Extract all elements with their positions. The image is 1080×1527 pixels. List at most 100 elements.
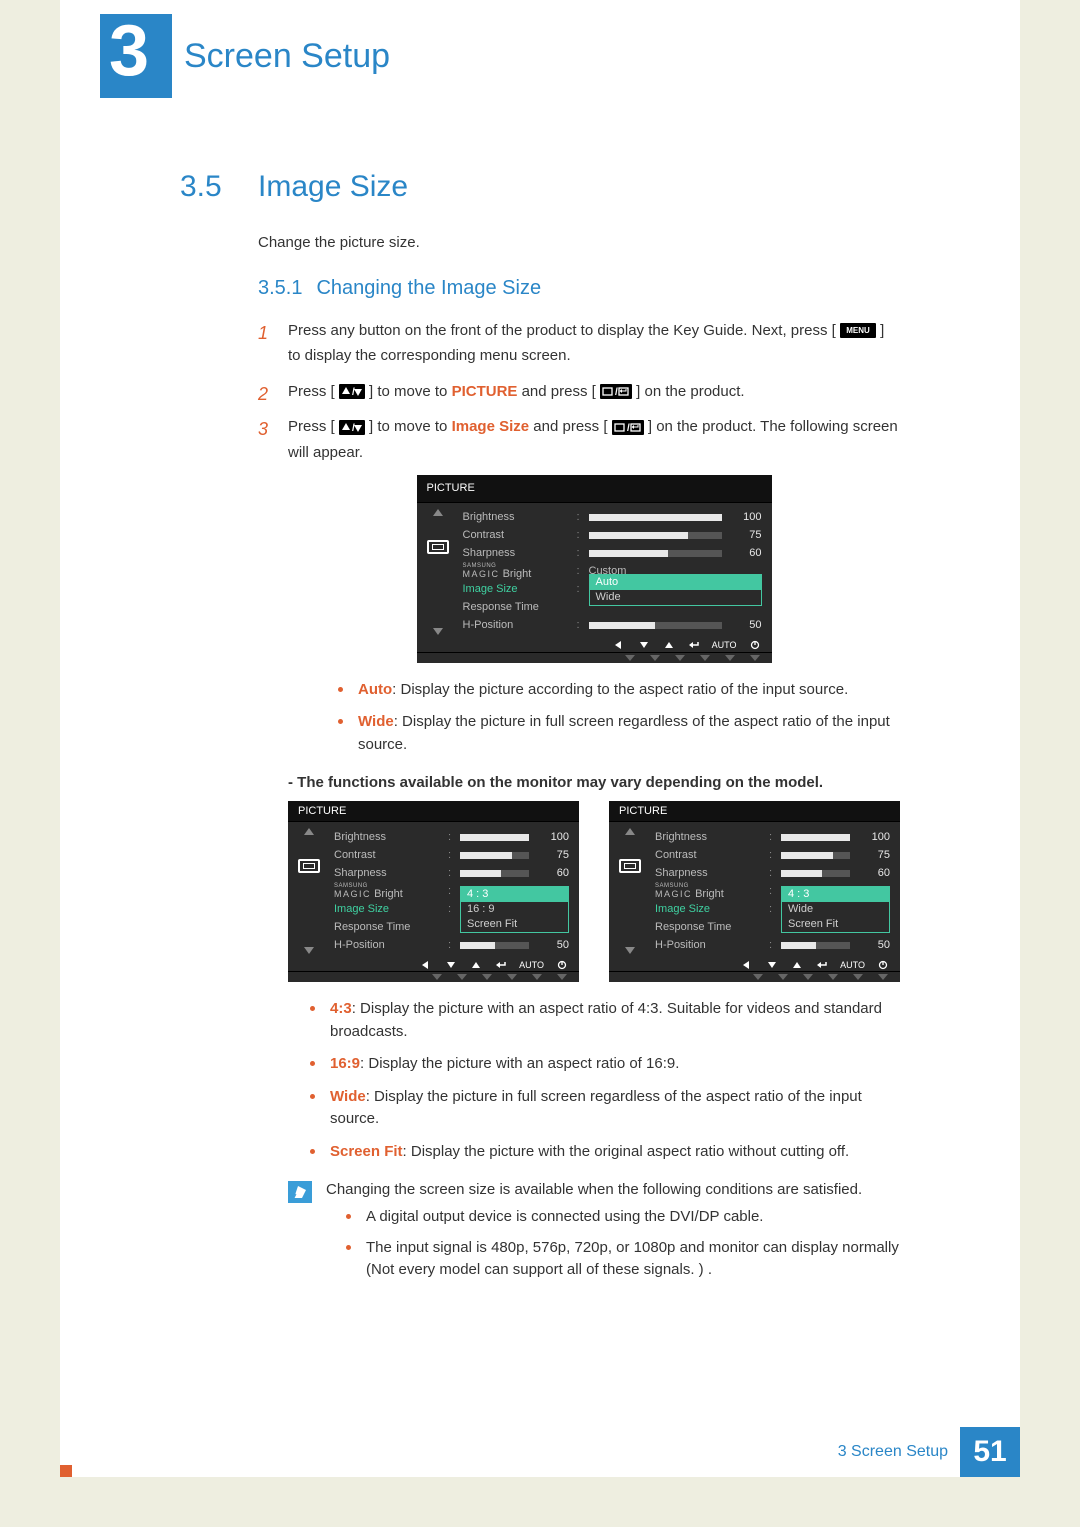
dropdown-option: Screen Fit xyxy=(461,917,568,932)
osd-panel: PICTURE Brightness:100 Contrast:75 xyxy=(417,475,772,663)
auto-label: AUTO xyxy=(712,638,737,653)
step-text: ] on the product. xyxy=(636,383,744,400)
list-item: Wide: Display the picture in full screen… xyxy=(310,1086,900,1131)
keyword: PICTURE xyxy=(452,383,518,400)
up-arrow-icon xyxy=(625,828,635,835)
step-text: Press [ xyxy=(288,383,335,400)
osd-label: Brightness xyxy=(463,508,571,527)
list-item: 16:9: Display the picture with an aspect… xyxy=(310,1053,900,1076)
subsection-heading: 3.5.1 Changing the Image Size xyxy=(258,277,900,300)
step-text: and press [ xyxy=(533,418,607,435)
osd-title: PICTURE xyxy=(609,801,900,822)
caveat-note: - The functions available on the monitor… xyxy=(288,774,900,791)
options-list-2: 4:3: Display the picture with an aspect … xyxy=(310,998,900,1163)
chapter-title: Screen Setup xyxy=(184,37,390,76)
note-icon xyxy=(288,1181,312,1203)
down-arrow-icon xyxy=(304,947,314,954)
osd-items: Brightness:100 Contrast:75 Sharpness:60 … xyxy=(651,822,900,960)
osd-label: Sharpness xyxy=(463,544,571,563)
osd-label: SAMSUNGMAGIC Bright xyxy=(463,563,571,580)
content-card: 3 Screen Setup 3.5 Image Size Change the… xyxy=(60,0,1020,1477)
accent-bar xyxy=(60,1465,72,1477)
osd-side-icons xyxy=(417,503,459,641)
keyword: Image Size xyxy=(452,418,530,435)
dropdown-option: 4 : 3 xyxy=(461,887,568,902)
slider xyxy=(589,514,722,521)
step-number: 1 xyxy=(258,318,268,349)
step-number: 3 xyxy=(258,414,268,445)
osd-value: 60 xyxy=(736,544,762,563)
dropdown-option: Auto xyxy=(590,575,761,590)
note-lead: Changing the screen size is available wh… xyxy=(326,1181,900,1198)
osd-footer-icons: AUTO xyxy=(609,960,900,972)
osd-value: 50 xyxy=(736,616,762,635)
source-enter-icon: / xyxy=(612,420,644,435)
note-block: Changing the screen size is available wh… xyxy=(288,1181,900,1290)
manual-page: 3 Screen Setup 3.5 Image Size Change the… xyxy=(0,0,1080,1527)
svg-text:/: / xyxy=(627,423,630,433)
dropdown-option: Wide xyxy=(782,902,889,917)
osd-side-icons xyxy=(609,822,651,960)
slider xyxy=(589,550,722,557)
osd-value: 75 xyxy=(736,526,762,545)
step-3: 3 Press [ / ] to move to Image Size and … xyxy=(258,414,900,756)
dropdown-option: 4 : 3 xyxy=(782,887,889,902)
menu-button-icon: MENU xyxy=(840,323,876,338)
osd-title: PICTURE xyxy=(417,475,772,503)
osd-label: Response Time xyxy=(463,598,571,617)
chapter-number: 3 xyxy=(109,10,149,92)
subsection-number: 3.5.1 xyxy=(258,277,302,300)
picture-section-icon xyxy=(427,540,449,554)
svg-text:/: / xyxy=(352,387,355,397)
dropdown-option: Screen Fit xyxy=(782,917,889,932)
osd-side-icons xyxy=(288,822,330,960)
list-item: The input signal is 480p, 576p, 720p, or… xyxy=(346,1237,900,1282)
osd-row: PICTURE Brightness:100 Contrast:75 Sharp… xyxy=(288,801,900,982)
step-text: Press any button on the front of the pro… xyxy=(288,322,836,339)
osd-label-selected: Image Size xyxy=(463,580,571,599)
down-arrow-icon xyxy=(433,628,443,635)
section-number: 3.5 xyxy=(180,170,240,204)
up-arrow-icon xyxy=(433,509,443,516)
osd-value: 100 xyxy=(736,508,762,527)
source-enter-icon: / xyxy=(600,384,632,399)
osd-items: Brightness:100 Contrast:75 Sharpness:60 … xyxy=(330,822,579,960)
step-1: 1 Press any button on the front of the p… xyxy=(258,318,900,369)
osd-footer-arrows xyxy=(417,653,772,663)
osd-label: Contrast xyxy=(463,526,571,545)
section-intro: Change the picture size. xyxy=(258,232,900,255)
note-conditions: A digital output device is connected usi… xyxy=(346,1206,900,1282)
up-arrow-icon xyxy=(304,828,314,835)
step-number: 2 xyxy=(258,379,268,410)
dropdown-option: Wide xyxy=(590,590,761,605)
svg-text:/: / xyxy=(615,387,618,397)
osd-dropdown: Auto Wide xyxy=(589,574,762,606)
osd-footer-icons: AUTO xyxy=(288,960,579,972)
list-item: Auto: Display the picture according to t… xyxy=(338,679,900,702)
content-area: 3.5 Image Size Change the picture size. … xyxy=(120,170,960,1397)
step-2: 2 Press [ / ] to move to PICTURE and pre… xyxy=(258,379,900,405)
step-text: Press [ xyxy=(288,418,335,435)
nav-up-icon xyxy=(662,640,676,650)
osd-items: Brightness:100 Contrast:75 Sharpness:60 … xyxy=(459,503,772,641)
nav-left-icon xyxy=(612,640,626,650)
footer-chapter: 3 Screen Setup xyxy=(838,1443,948,1461)
step-text: ] to move to xyxy=(369,418,452,435)
osd-panel: PICTURE Brightness:100 Contrast:75 Sharp… xyxy=(288,801,579,982)
down-arrow-icon xyxy=(625,947,635,954)
osd-dropdown: 4 : 3 Wide Screen Fit xyxy=(781,886,890,933)
page-number: 51 xyxy=(960,1427,1020,1477)
osd-footer-icons: AUTO xyxy=(417,641,772,653)
picture-section-icon xyxy=(619,859,641,873)
up-down-icon: / xyxy=(339,420,365,435)
list-item: 4:3: Display the picture with an aspect … xyxy=(310,998,900,1043)
step-text: ] to move to xyxy=(369,383,452,400)
list-item: A digital output device is connected usi… xyxy=(346,1206,900,1229)
enter-icon xyxy=(687,640,701,650)
steps-list: 1 Press any button on the front of the p… xyxy=(258,318,900,757)
page-footer: 3 Screen Setup 51 xyxy=(838,1427,1020,1477)
slider xyxy=(589,532,722,539)
osd-label: H-Position xyxy=(463,616,571,635)
subsection-title: Changing the Image Size xyxy=(316,277,541,300)
osd-dropdown: 4 : 3 16 : 9 Screen Fit xyxy=(460,886,569,933)
